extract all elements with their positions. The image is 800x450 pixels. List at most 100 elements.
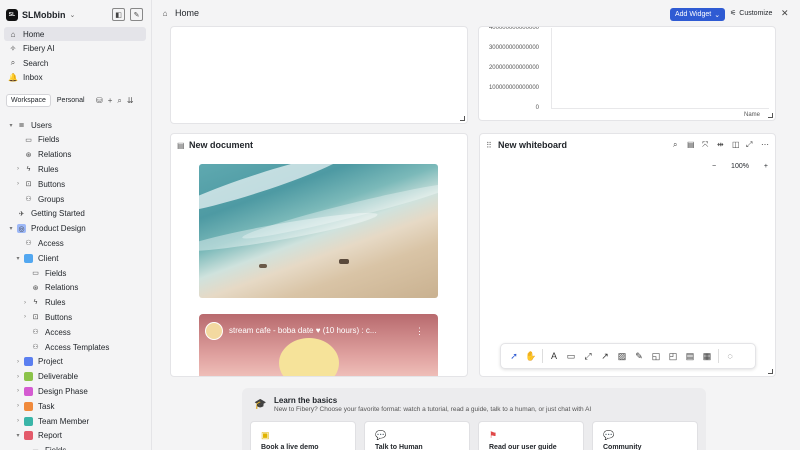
tree-item[interactable]: ⊛ Relations <box>0 281 150 295</box>
tree-item[interactable]: ▾ Report <box>0 429 150 443</box>
sticky-note-icon[interactable]: ◱ <box>650 350 662 362</box>
close-icon[interactable]: ✕ <box>781 8 789 19</box>
sidebar-nav-home[interactable]: ⌂ Home <box>4 27 146 41</box>
more-icon[interactable]: ⋯ <box>761 140 769 149</box>
search-icon[interactable]: ⌕ <box>673 140 677 150</box>
video-embed[interactable]: stream cafe - boba date ♥ (10 hours) : c… <box>199 314 438 376</box>
rectangle-tool-icon[interactable]: ▭ <box>565 350 577 362</box>
hand-tool-icon[interactable]: ✋ <box>525 350 537 362</box>
chevron-right-icon[interactable]: › <box>14 403 22 409</box>
frame-tool-icon[interactable]: ◰ <box>667 350 679 362</box>
chevron-right-icon[interactable]: › <box>14 181 22 187</box>
sidebar-nav-fibery-ai[interactable]: ✧ Fibery AI <box>4 41 146 55</box>
search-icon[interactable]: ⌕ <box>117 96 121 106</box>
chevron-right-icon[interactable]: › <box>14 388 22 394</box>
sidebar-nav-search[interactable]: ⌕ Search <box>4 56 146 70</box>
fit-width-icon[interactable]: ⇹ <box>717 140 724 149</box>
expand-icon[interactable]: ⤢ <box>746 140 752 150</box>
line-tool-icon[interactable]: ⤢ <box>582 350 594 362</box>
chevron-right-icon[interactable]: › <box>21 300 29 306</box>
tree-item-label: Rules <box>38 164 59 174</box>
tree-item[interactable]: ⚇ Access <box>0 325 150 339</box>
database-icon <box>24 401 33 411</box>
chevron-down-icon[interactable]: ▾ <box>14 255 22 262</box>
tree-item[interactable]: › ⊡ Buttons <box>0 177 150 191</box>
comment-tool-icon[interactable]: ◌ <box>724 350 736 362</box>
fit-screen-icon[interactable]: ⤧ <box>702 140 708 150</box>
video-title: stream cafe - boba date ♥ (10 hours) : c… <box>229 326 377 335</box>
pen-tool-icon[interactable]: ✎ <box>633 350 645 362</box>
collapse-sidebar-icon[interactable]: ◧ <box>112 8 125 21</box>
learn-card[interactable]: 💬 Talk to Human <box>364 421 470 450</box>
chevron-right-icon[interactable]: › <box>14 166 22 172</box>
tab-workspace[interactable]: Workspace <box>6 94 51 107</box>
tree-item[interactable]: ▭ Fields <box>0 266 150 280</box>
learn-card[interactable]: 💬 Community <box>592 421 698 450</box>
more-icon[interactable]: ⋮ <box>415 326 424 337</box>
resize-handle[interactable] <box>768 113 773 118</box>
chevron-down-icon[interactable]: ▾ <box>7 122 15 129</box>
text-tool-icon[interactable]: A <box>548 350 560 362</box>
tree-item[interactable]: ⚇ Access Templates <box>0 340 150 354</box>
zoom-out-button[interactable]: − <box>712 163 716 170</box>
tree-item[interactable]: › ⊡ Buttons <box>0 310 150 324</box>
tree-item[interactable]: › Project <box>0 355 150 369</box>
tree-item[interactable]: ▭ Fields <box>0 133 150 147</box>
y-tick-label: 400000000000000 <box>488 26 539 31</box>
chevron-down-icon[interactable]: ▾ <box>7 225 15 232</box>
tree-item[interactable]: › ϟ Rules <box>0 162 150 176</box>
chevron-right-icon[interactable]: › <box>14 374 22 380</box>
collapse-all-icon[interactable]: ⇊ <box>127 96 134 106</box>
learn-card[interactable]: ▣ Book a live demo <box>250 421 356 450</box>
tree-item-label: Buttons <box>45 312 73 322</box>
document-title[interactable]: New document <box>189 140 253 150</box>
arrow-tool-icon[interactable]: ↗ <box>599 350 611 362</box>
main-area: ⌂ Home Add Widget ⌄ ⚟ Customize ✕ 400000… <box>152 0 800 450</box>
resize-handle[interactable] <box>460 116 465 121</box>
tree-item[interactable]: › Task <box>0 399 150 413</box>
embed-tool-icon[interactable]: ▦ <box>701 350 713 362</box>
whiteboard-title[interactable]: New whiteboard <box>498 140 567 150</box>
database-icon[interactable]: ⛁ <box>96 96 103 106</box>
drag-handle-icon[interactable]: ⠿ <box>486 141 492 150</box>
zoom-in-button[interactable]: + <box>764 163 768 170</box>
tree-item[interactable]: › Team Member <box>0 414 150 428</box>
chevron-right-icon[interactable]: › <box>21 314 29 320</box>
image-tool-icon[interactable]: ▨ <box>616 350 628 362</box>
tree-item[interactable]: ▾ Client <box>0 251 150 265</box>
add-widget-button[interactable]: Add Widget ⌄ <box>670 8 726 21</box>
tree-item[interactable]: ⚇ Access <box>0 236 150 250</box>
tree-item-label: Fields <box>38 135 60 145</box>
whiteboard-widget: ⠿ New whiteboard ⌕ ▤ ⤧ ⇹ ◫ ⤢ ⋯ − 100% + … <box>479 133 776 377</box>
tree-item[interactable]: › Design Phase <box>0 384 150 398</box>
chevron-down-icon[interactable]: ▾ <box>14 432 22 439</box>
tree-item[interactable]: ⊛ Relations <box>0 148 150 162</box>
tree-item[interactable]: › ϟ Rules <box>0 296 150 310</box>
document-icon[interactable]: ▤ <box>687 140 695 149</box>
groups-icon: ⚇ <box>25 196 32 203</box>
chevron-right-icon[interactable]: › <box>14 359 22 365</box>
tree-item[interactable]: ▾ ≣ Users <box>0 118 150 132</box>
tree-item-label: Deliverable <box>38 372 79 382</box>
tree-item[interactable]: ▾ ◎ Product Design <box>0 222 150 236</box>
tree-item[interactable]: ▭ Fields <box>0 444 150 450</box>
customize-button[interactable]: ⚟ Customize <box>730 9 772 18</box>
add-icon[interactable]: + <box>108 96 113 106</box>
learn-card[interactable]: ⚑ Read our user guide <box>478 421 584 450</box>
learn-card-label: Book a live demo <box>261 444 319 450</box>
tree-item[interactable]: ✈ Getting Started <box>0 207 150 221</box>
tree-item[interactable]: › Deliverable <box>0 370 150 384</box>
tab-personal[interactable]: Personal <box>53 95 89 106</box>
tree-item[interactable]: ⚇ Groups <box>0 192 150 206</box>
resize-handle[interactable] <box>768 369 773 374</box>
entity-card-icon[interactable]: ▤ <box>684 350 696 362</box>
whiteboard-toolbar: ➚ ✋ A ▭ ⤢ ↗ ▨ ✎ ◱ ◰ ▤ ▦ ◌ <box>500 343 756 369</box>
workspace-switcher[interactable]: SL SLMobbin ⌄ <box>6 7 75 23</box>
learn-card-label: Read our user guide <box>489 444 557 450</box>
sidebar-nav-inbox[interactable]: 🔔 Inbox <box>4 70 146 84</box>
signpost-icon: ⚑ <box>489 430 498 440</box>
new-page-icon[interactable]: ✎ <box>130 8 143 21</box>
select-tool-icon[interactable]: ➚ <box>508 350 520 362</box>
columns-icon[interactable]: ◫ <box>732 140 740 149</box>
chevron-right-icon[interactable]: › <box>14 418 22 424</box>
